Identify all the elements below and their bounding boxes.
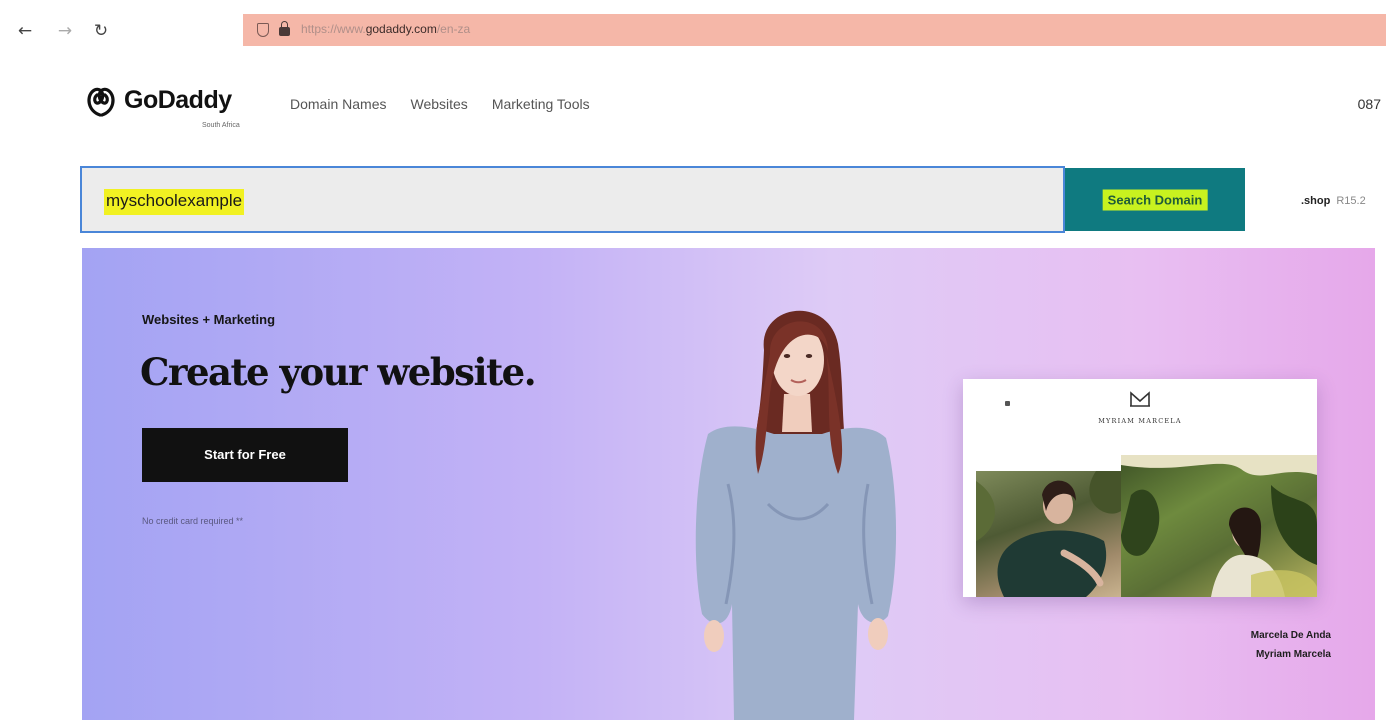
reload-icon[interactable]: ↻ <box>90 20 112 42</box>
tld-name: .shop <box>1301 195 1331 207</box>
logo-region: South Africa <box>202 122 240 129</box>
forward-arrow-icon[interactable]: → <box>54 20 76 42</box>
preview-photo-right <box>1121 455 1317 597</box>
preview-photo-left-art <box>976 471 1121 597</box>
back-arrow-icon[interactable]: ← <box>14 20 36 42</box>
brand-logo-icon <box>1130 391 1150 407</box>
nav-websites[interactable]: Websites <box>410 96 467 112</box>
hero-eyebrow: Websites + Marketing <box>142 312 276 327</box>
url-prefix: https://www. <box>301 22 366 36</box>
url-domain: godaddy.com <box>365 22 437 36</box>
godaddy-logo[interactable]: GoDaddy South Africa <box>84 82 264 144</box>
address-bar[interactable]: https://www.godaddy.com/en-za <box>243 14 1386 46</box>
shield-icon[interactable] <box>257 23 269 37</box>
search-domain-label: Search Domain <box>1102 189 1208 210</box>
preview-brand-name: MYRIAM MARCELA <box>1098 417 1182 425</box>
hero-title: Create your website. <box>140 350 537 394</box>
lock-icon[interactable] <box>279 21 290 36</box>
menu-icon <box>1005 401 1010 406</box>
search-domain-button[interactable]: Search Domain <box>1065 168 1245 231</box>
preview-photo-left <box>976 471 1121 597</box>
search-value: myschoolexample <box>104 189 245 215</box>
logo-wordmark: GoDaddy <box>124 86 232 114</box>
tld-price: R15.2 <box>1336 195 1366 207</box>
url-text[interactable]: https://www.godaddy.com/en-za <box>301 22 470 36</box>
preview-photo-right-art <box>1121 455 1317 597</box>
nav-domain-names[interactable]: Domain Names <box>290 96 386 112</box>
hero-banner: Websites + Marketing Create your website… <box>82 248 1375 720</box>
browser-toolbar: ← → ↻ https://www.godaddy.com/en-za <box>0 0 1391 58</box>
website-preview-card: MYRIAM MARCELA <box>963 379 1317 597</box>
url-path: /en-za <box>436 22 471 36</box>
tld-promo[interactable]: .shop R15.2 <box>1301 195 1366 207</box>
godaddy-logo-icon <box>87 87 115 117</box>
domain-search-input[interactable]: myschoolexample <box>80 166 1065 233</box>
caption-name: Marcela De Anda <box>1250 630 1331 641</box>
hero-portrait <box>695 310 897 720</box>
caption-business: Myriam Marcela <box>1255 649 1331 660</box>
nav-marketing-tools[interactable]: Marketing Tools <box>492 96 590 112</box>
phone-number[interactable]: 087 <box>1358 96 1381 112</box>
main-nav: Domain Names Websites Marketing Tools <box>290 96 590 112</box>
hero-disclaimer: No credit card required ** <box>142 516 244 526</box>
start-for-free-button[interactable]: Start for Free <box>142 428 348 482</box>
